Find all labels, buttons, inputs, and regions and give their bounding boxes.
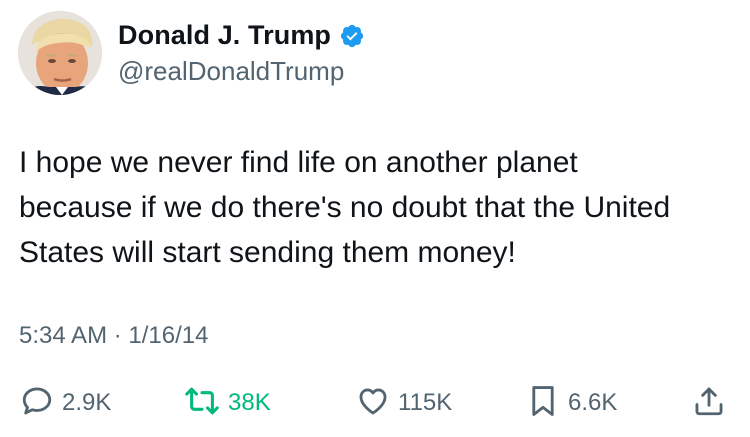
tweet-timestamp[interactable]: 5:34 AM · 1/16/14 [19,322,208,350]
like-button[interactable]: 115K [356,383,452,423]
reply-icon [20,384,54,423]
avatar[interactable] [18,11,102,95]
retweet-icon [184,384,220,423]
reply-button[interactable]: 2.9K [20,383,111,423]
display-name[interactable]: Donald J. Trump [118,20,331,51]
tweet-card: Donald J. Trump @realDonaldTrump I hope … [0,0,750,437]
tweet-text: I hope we never find life on another pla… [19,146,671,269]
like-count: 115K [398,389,453,416]
author-name-row: Donald J. Trump [118,20,365,51]
share-icon [692,384,726,423]
retweet-button[interactable]: 38K [184,383,271,423]
action-bar: 2.9K 38K 115K 6.6K [16,383,734,423]
bookmark-button[interactable]: 6.6K [526,383,617,423]
heart-icon [356,384,390,423]
avatar-image [18,11,102,95]
share-button[interactable] [692,383,726,423]
bookmark-count: 6.6K [568,389,618,416]
reply-count: 2.9K [62,389,112,416]
author-handle[interactable]: @realDonaldTrump [118,56,344,87]
verified-badge-icon [339,23,365,49]
bookmark-icon [526,383,560,424]
retweet-count: 38K [228,389,271,416]
